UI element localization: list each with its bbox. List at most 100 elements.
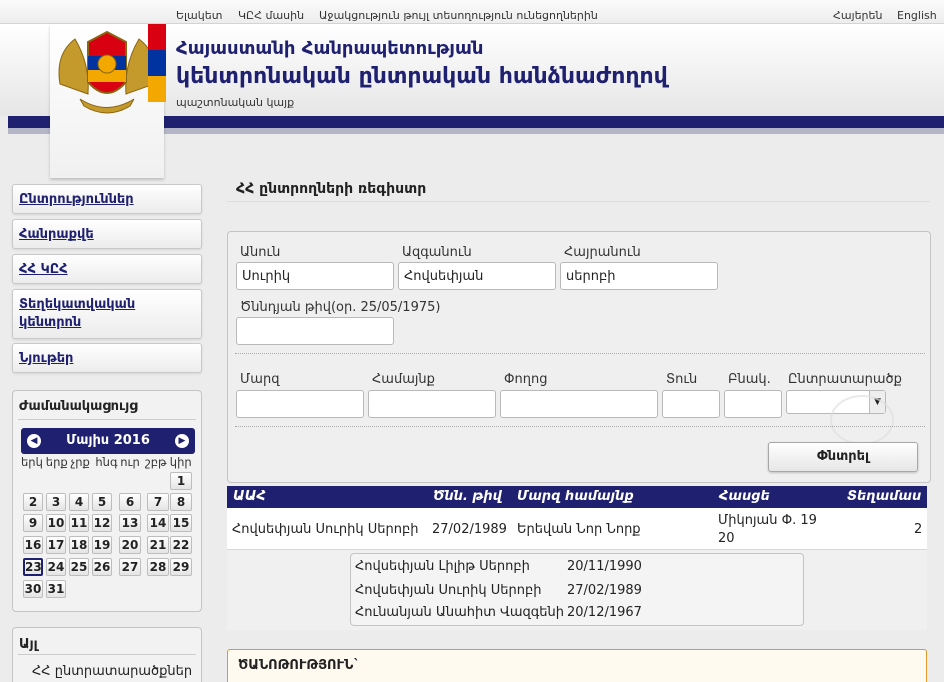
sidebar-item-referendum[interactable]: Հանրաքվե [12, 219, 202, 249]
calendar-day[interactable]: 31 [46, 580, 66, 598]
calendar-day[interactable]: 2 [23, 493, 43, 511]
calendar-day[interactable]: 12 [92, 514, 112, 532]
page-title: ՀՀ ընտրողների ռեգիստր [236, 181, 427, 197]
calendar-month-label: Մայիս 2016 [66, 433, 150, 448]
calendar-day[interactable]: 16 [23, 536, 43, 554]
header-tagline: պաշտոնական կայք [176, 96, 295, 109]
notice-box: ԾԱՆՈԹՈՒԹՅՈՒՆ` [227, 649, 927, 682]
cell-dob: 27/02/1989 [432, 522, 507, 537]
calendar-day[interactable]: 1 [170, 472, 192, 490]
calendar-weekday-label: երկ [21, 455, 43, 469]
calendar-day[interactable]: 20 [119, 536, 141, 554]
birth-date-input[interactable] [236, 317, 394, 345]
calendar-day[interactable]: 26 [92, 558, 112, 576]
divider [18, 419, 196, 420]
family-member-name: Հունանյան Անահիտ Վազգենի [355, 605, 565, 620]
calendar-day[interactable]: 7 [147, 493, 169, 511]
house-label: Տուն [666, 372, 698, 387]
other-link-districts[interactable]: ՀՀ ընտրատարածքներ [32, 664, 192, 679]
calendar-day[interactable]: 4 [69, 493, 89, 511]
sidebar-item-elections[interactable]: Ընտրություններ [12, 184, 202, 214]
cell-name: Հովսեփյան Սուրիկ Սերոբի [232, 522, 419, 537]
sidebar-item-label: Տեղեկատվական կենտրոն [19, 297, 136, 330]
search-button[interactable]: Փնտրել [768, 442, 918, 472]
coat-of-arms-logo[interactable] [50, 24, 164, 178]
lang-armenian-link[interactable]: Հայերեն [833, 9, 882, 22]
calendar-day[interactable]: 24 [46, 558, 66, 576]
nav-link-home[interactable]: Ելակետ [176, 9, 222, 22]
community-input[interactable] [368, 390, 496, 418]
apartment-input[interactable] [724, 390, 782, 418]
sidebar-item-info-center[interactable]: Տեղեկատվական կենտրոն [12, 289, 202, 339]
col-header-region: Մարզ համայնք [517, 489, 634, 504]
calendar-day[interactable]: 22 [170, 536, 192, 554]
col-header-name: ԱԱՀ [233, 489, 266, 504]
calendar-prev-icon[interactable]: ◀ [27, 434, 41, 448]
calendar-weekday-label: երք [45, 455, 68, 469]
calendar-day[interactable]: 11 [69, 514, 89, 532]
calendar-day[interactable]: 23 [23, 558, 43, 576]
calendar-day[interactable]: 5 [92, 493, 112, 511]
notice-title: ԾԱՆՈԹՈՒԹՅՈՒՆ` [238, 658, 360, 673]
cell-region: Երեվան Նոր Նորք [517, 522, 641, 537]
cell-address-line1: Միկոյան Փ. 19 [718, 513, 817, 528]
col-header-address: Հասցե [719, 489, 770, 504]
patronymic-input[interactable] [560, 262, 718, 290]
flag-stripe-red [148, 24, 166, 50]
coat-of-arms-icon [58, 30, 156, 114]
calendar-header: ◀ Մայիս 2016 ▶ [21, 428, 195, 454]
patronymic-label: Հայրանուն [564, 245, 641, 260]
house-input[interactable] [662, 390, 720, 418]
calendar-day[interactable]: 3 [46, 493, 66, 511]
family-member-dob: 20/12/1967 [567, 605, 642, 620]
sidebar-item-label: Հանրաքվե [19, 227, 94, 242]
sidebar-item-cec[interactable]: ՀՀ ԿԸՀ [12, 254, 202, 284]
family-member-name: Հովսեփյան Սուրիկ Սերոբի [355, 583, 542, 598]
calendar-day[interactable]: 17 [46, 536, 66, 554]
nav-link-accessibility[interactable]: Աջակցություն թույլ տեսողություն ունեցողն… [319, 9, 598, 22]
col-header-precinct: Տեղամաս [847, 489, 922, 504]
col-header-dob: Ծնն. թիվ [433, 489, 502, 504]
sidebar-item-label: Նյութեր [19, 351, 74, 366]
calendar-day[interactable]: 13 [119, 514, 141, 532]
street-input[interactable] [500, 390, 658, 418]
calendar-day[interactable]: 14 [147, 514, 169, 532]
calendar-day[interactable]: 28 [147, 558, 169, 576]
table-row[interactable]: Հովսեփյան Սուրիկ Սերոբի 27/02/1989 Երեվա… [227, 508, 927, 550]
sidebar-item-label: Ընտրություններ [19, 192, 134, 207]
calendar-weekday-label: չրք [70, 455, 90, 469]
calendar-day[interactable]: 30 [23, 580, 43, 598]
calendar-day[interactable]: 19 [92, 536, 112, 554]
sidebar-item-materials[interactable]: Նյութեր [12, 343, 202, 373]
region-input[interactable] [236, 390, 364, 418]
nav-link-about[interactable]: ԿԸՀ մասին [238, 9, 304, 22]
lang-english-link[interactable]: English [897, 9, 937, 22]
apartment-label: Բնակ. [728, 372, 771, 387]
calendar-day[interactable]: 18 [69, 536, 89, 554]
calendar-day[interactable]: 6 [119, 493, 141, 511]
calendar-day[interactable]: 29 [170, 558, 192, 576]
calendar-day[interactable]: 15 [170, 514, 192, 532]
street-label: Փողոց [504, 372, 548, 387]
magnifier-watermark-icon [830, 395, 894, 445]
divider [235, 426, 925, 427]
birth-date-label: Ծննդյան թիվ(օր. 25/05/1975) [240, 300, 441, 315]
last-name-label: Ազգանուն [402, 245, 472, 260]
calendar-day[interactable]: 21 [147, 536, 169, 554]
calendar-day[interactable]: 8 [170, 493, 192, 511]
first-name-label: Անուն [240, 245, 281, 260]
armenian-flag [148, 24, 166, 102]
header-title-line1: Հայաստանի Հանրապետության [176, 38, 484, 59]
results-table-header: ԱԱՀ Ծնն. թիվ Մարզ համայնք Հասցե Տեղամաս [227, 486, 927, 508]
calendar-day[interactable]: 9 [23, 514, 43, 532]
calendar-weekday-label: կիր [169, 455, 192, 469]
first-name-input[interactable] [236, 262, 394, 290]
calendar-day[interactable]: 27 [119, 558, 141, 576]
divider [235, 353, 925, 354]
calendar-day[interactable]: 25 [69, 558, 89, 576]
flag-stripe-blue [148, 50, 166, 76]
calendar-day[interactable]: 10 [46, 514, 66, 532]
calendar-next-icon[interactable]: ▶ [175, 434, 189, 448]
last-name-input[interactable] [398, 262, 556, 290]
calendar-weekday-label: հնգ [95, 455, 118, 469]
